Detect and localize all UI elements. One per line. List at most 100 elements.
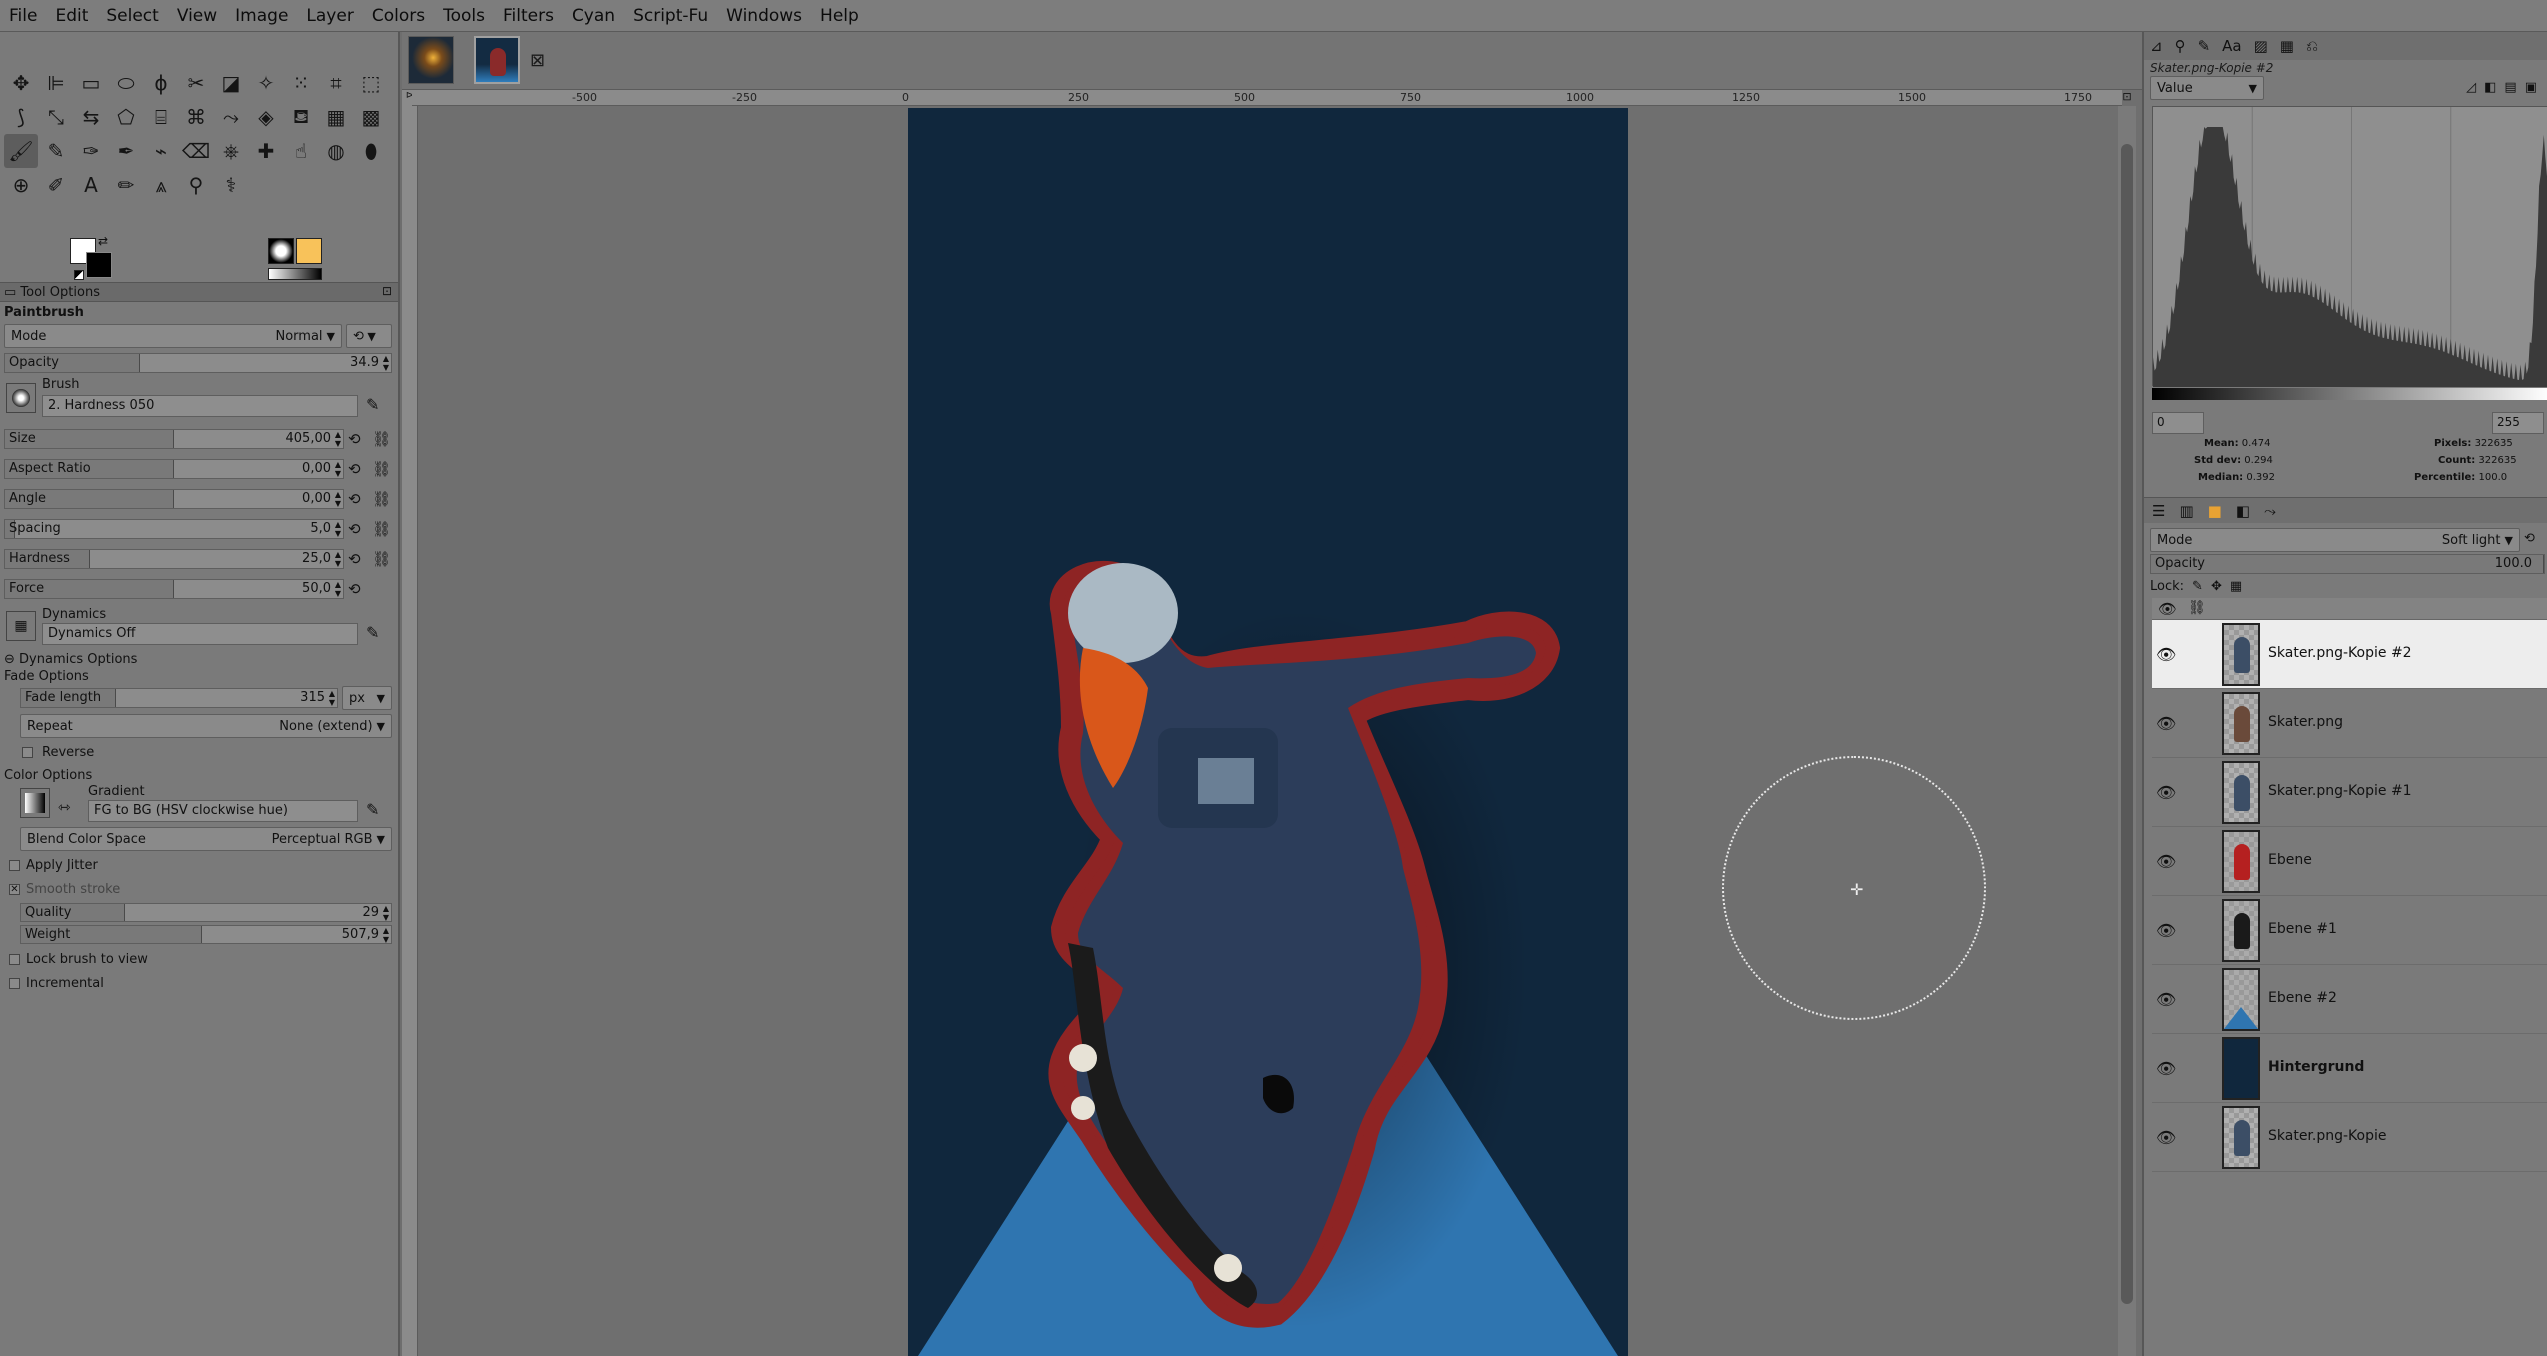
palettes-icon[interactable]: ▦ xyxy=(2280,37,2294,55)
visibility-eye-icon[interactable]: 👁 xyxy=(2156,714,2176,733)
brushes-icon[interactable]: ✎ xyxy=(2198,37,2211,55)
move-tool-icon[interactable]: ✥ xyxy=(4,66,38,100)
reset-icon[interactable]: ⟲ xyxy=(348,550,361,568)
histogram-channel-select[interactable]: Value ▼ xyxy=(2150,76,2264,100)
zoom-tool-icon[interactable]: ⚲ xyxy=(179,168,213,202)
dynamics-options-expander[interactable]: ⊖ Dynamics Options xyxy=(0,651,398,668)
vertical-ruler[interactable] xyxy=(402,106,418,1356)
lock-brush-checkbox[interactable] xyxy=(9,954,20,965)
menu-cyan[interactable]: Cyan xyxy=(563,0,624,32)
foreground-select-icon[interactable]: ◪ xyxy=(214,66,248,100)
mypaint-brush-icon[interactable]: ⌁ xyxy=(144,134,178,168)
layer-row[interactable]: 👁 Ebene #1 xyxy=(2152,896,2547,965)
edit-gradient-icon[interactable]: ✎ xyxy=(366,800,379,819)
layer-row[interactable]: 👁 Hintergrund xyxy=(2152,1034,2547,1103)
fuzzy-select-icon[interactable]: ✧ xyxy=(249,66,283,100)
visibility-eye-icon[interactable]: 👁 xyxy=(2156,645,2176,664)
swap-colors-icon[interactable]: ⇄ xyxy=(98,234,108,248)
menu-edit[interactable]: Edit xyxy=(46,0,97,32)
color-picker-icon[interactable]: ✏ xyxy=(109,168,143,202)
lock-position-icon[interactable]: ✥ xyxy=(2211,579,2222,594)
layer-mode-reset-icon[interactable]: ⟲ xyxy=(2524,531,2535,546)
quality-slider[interactable]: Quality 29 ▲ ▼ xyxy=(20,903,392,922)
log-histogram-icon[interactable]: ◧ xyxy=(2484,80,2496,95)
smudge-tool-icon[interactable]: ☝ xyxy=(284,134,318,168)
layer-row[interactable]: 👁 Ebene xyxy=(2152,827,2547,896)
ink-icon[interactable]: ✒ xyxy=(109,134,143,168)
link-icon[interactable]: ⛓ xyxy=(372,520,391,538)
paintbrush-icon[interactable]: 🖌 xyxy=(4,134,38,168)
navigate-icon[interactable]: ⊡ xyxy=(2118,90,2136,106)
reset-icon[interactable]: ⟲ xyxy=(348,490,361,508)
flip-tool-icon[interactable]: ⇆ xyxy=(74,100,108,134)
spin-icon[interactable]: ▲ ▼ xyxy=(335,580,341,598)
layer-row[interactable]: 👁 Ebene #2 xyxy=(2152,965,2547,1034)
visibility-eye-icon[interactable]: 👁 xyxy=(2156,783,2176,802)
dodge-burn-icon[interactable]: ⬮ xyxy=(354,134,388,168)
brush-name-field[interactable]: 2. Hardness 050 xyxy=(42,395,358,417)
reset-icon[interactable]: ⟲ xyxy=(348,580,361,598)
incremental-checkbox[interactable] xyxy=(9,978,20,989)
layers-icon[interactable]: ☰ xyxy=(2152,502,2165,520)
histogram-icon[interactable]: ▨ xyxy=(2254,37,2268,55)
menu-select[interactable]: Select xyxy=(97,0,167,32)
pattern-preview[interactable] xyxy=(296,238,322,264)
spin-icon[interactable]: ▲ ▼ xyxy=(335,460,341,478)
free-select-icon[interactable]: ϕ xyxy=(144,66,178,100)
paths-pen-icon[interactable]: ✐ xyxy=(39,168,73,202)
image-tab-1[interactable] xyxy=(408,36,454,84)
image-canvas[interactable] xyxy=(908,108,1628,1356)
weight-slider[interactable]: Weight 507,9 ▲ ▼ xyxy=(20,925,392,944)
spin-icon[interactable]: ▲ ▼ xyxy=(335,490,341,508)
visibility-eye-icon[interactable]: 👁 xyxy=(2156,990,2176,1009)
airbrush-icon[interactable]: ✑ xyxy=(74,134,108,168)
linear-histogram-icon[interactable]: ◿ xyxy=(2466,80,2476,95)
smooth-stroke-checkbox[interactable]: ✕ xyxy=(9,884,20,895)
layer-row[interactable]: 👁 Skater.png-Kopie #1 xyxy=(2152,758,2547,827)
histogram-graph[interactable] xyxy=(2152,106,2547,387)
horizontal-ruler[interactable]: -500 -250 0 250 500 750 1000 1250 1500 1750 xyxy=(412,90,2122,106)
3d-transform-icon[interactable]: ⌸ xyxy=(144,100,178,134)
handle-transform-icon[interactable]: ⤡ xyxy=(39,100,73,134)
menu-file[interactable]: File xyxy=(0,0,46,32)
gradient-tool-icon[interactable]: ▦ xyxy=(319,100,353,134)
close-dock-icon[interactable]: ⊡ xyxy=(382,284,392,298)
text-flip-icon[interactable]: ◈ xyxy=(249,100,283,134)
layer-row[interactable]: 👁 Skater.png-Kopie #2 xyxy=(2152,620,2547,689)
perspective-tool-icon[interactable]: ⬠ xyxy=(109,100,143,134)
blend-color-space-select[interactable]: Blend Color Space Perceptual RGB ▼ xyxy=(20,827,392,851)
range-max-field[interactable]: 255 xyxy=(2492,412,2544,434)
measure-icon[interactable]: ⊕ xyxy=(4,168,38,202)
range-min-field[interactable]: 0 xyxy=(2152,412,2204,434)
menu-image[interactable]: Image xyxy=(226,0,297,32)
rect-select-icon[interactable]: ▭ xyxy=(74,66,108,100)
force-slider[interactable]: Force 50,0 ▲ ▼ xyxy=(4,579,344,599)
dynamics-select-button[interactable]: ▦ xyxy=(6,611,36,641)
gradient-preview[interactable] xyxy=(268,268,322,280)
background-color-swatch[interactable] xyxy=(86,252,112,278)
histogram-view-icon[interactable]: ▤ xyxy=(2504,80,2516,95)
pencil-icon[interactable]: ✎ xyxy=(39,134,73,168)
reverse-checkbox[interactable] xyxy=(22,747,33,758)
align-tool-icon[interactable]: ⊫ xyxy=(39,66,73,100)
spin-icon[interactable]: ▲ ▼ xyxy=(383,904,389,922)
mode-select[interactable]: Mode Normal ▼ xyxy=(4,324,342,348)
hardness-slider[interactable]: Hardness 25,0 ▲ ▼ xyxy=(4,549,344,569)
default-colors-icon[interactable] xyxy=(74,270,84,280)
link-icon[interactable]: ⛓ xyxy=(372,430,391,448)
eraser-icon[interactable]: ⌫ xyxy=(179,134,213,168)
link-icon[interactable]: ⛓ xyxy=(372,550,391,568)
blur-tool-icon[interactable]: ◍ xyxy=(319,134,353,168)
lock-alpha-icon[interactable]: ▦ xyxy=(2230,579,2242,594)
size-slider[interactable]: Size 405,00 ▲ ▼ xyxy=(4,429,344,449)
angle-slider[interactable]: Angle 0,00 ▲ ▼ xyxy=(4,489,344,509)
fade-unit-select[interactable]: px ▼ xyxy=(342,686,392,710)
unified-transform-icon[interactable]: ⬚ xyxy=(354,66,388,100)
menu-colors[interactable]: Colors xyxy=(363,0,434,32)
gegl-op-icon[interactable]: ⚕ xyxy=(214,168,248,202)
crop-tool-icon[interactable]: ⌗ xyxy=(319,66,353,100)
link-icon[interactable]: ⛓ xyxy=(372,490,391,508)
channels-icon[interactable]: ▥ xyxy=(2179,502,2193,520)
paths-icon[interactable]: ⤳ xyxy=(2264,502,2276,520)
undo-history-icon[interactable]: ⎌ xyxy=(2306,37,2318,55)
